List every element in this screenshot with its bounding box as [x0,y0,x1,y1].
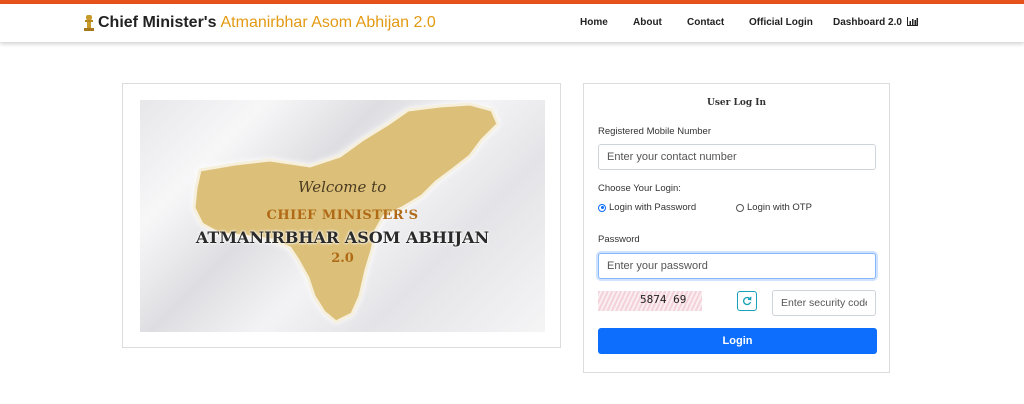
nav-contact[interactable]: Contact [687,17,724,28]
captcha-refresh-button[interactable] [737,291,757,311]
nav-dashboard[interactable]: Dashboard 2.0 [833,17,918,28]
nav-official-login[interactable]: Official Login [749,17,813,28]
choose-login-label: Choose Your Login: [598,183,681,194]
banner-line-2: ATMANIRBHAR ASOM ABHIJAN [195,228,490,247]
mobile-label: Registered Mobile Number [598,126,711,137]
radio-password-label: Login with Password [609,202,697,213]
welcome-banner: Welcome to CHIEF MINISTER'S ATMANIRBHAR … [140,100,545,332]
password-input[interactable] [598,253,876,279]
brand-logo[interactable]: Chief Minister's Atmanirbhar Asom Abhija… [83,11,436,35]
emblem-icon [84,15,94,31]
captcha-text: 5874 69 [640,293,687,306]
captcha-image: 5874 69 [598,291,702,311]
banner-line-3: 2.0 [331,251,354,266]
nav-dashboard-label: Dashboard 2.0 [833,17,902,28]
mobile-input[interactable] [598,144,876,170]
security-code-input[interactable] [772,290,876,316]
banner-welcome-text: Welcome to [298,178,387,196]
login-title: User Log In [706,98,767,108]
password-label: Password [598,234,640,245]
bar-chart-icon [906,17,918,26]
nav-home[interactable]: Home [580,17,608,28]
radio-login-otp[interactable]: Login with OTP [736,202,812,213]
welcome-card: Welcome to CHIEF MINISTER'S ATMANIRBHAR … [122,83,561,348]
nav-about[interactable]: About [633,17,662,28]
banner-line-1: CHIEF MINISTER'S [266,208,419,223]
radio-unchecked-icon [736,203,744,212]
navbar: Chief Minister's Atmanirbhar Asom Abhija… [0,4,1024,42]
radio-login-password[interactable]: Login with Password [598,202,696,213]
login-button[interactable]: Login [598,328,877,354]
login-card: User Log In Registered Mobile Number Cho… [583,83,890,373]
refresh-icon [743,296,752,306]
radio-otp-label: Login with OTP [747,202,812,213]
radio-checked-icon [598,203,606,212]
brand-title-secondary: Atmanirbhar Asom Abhijan 2.0 [220,14,436,31]
brand-title-primary: Chief Minister's [98,14,217,31]
